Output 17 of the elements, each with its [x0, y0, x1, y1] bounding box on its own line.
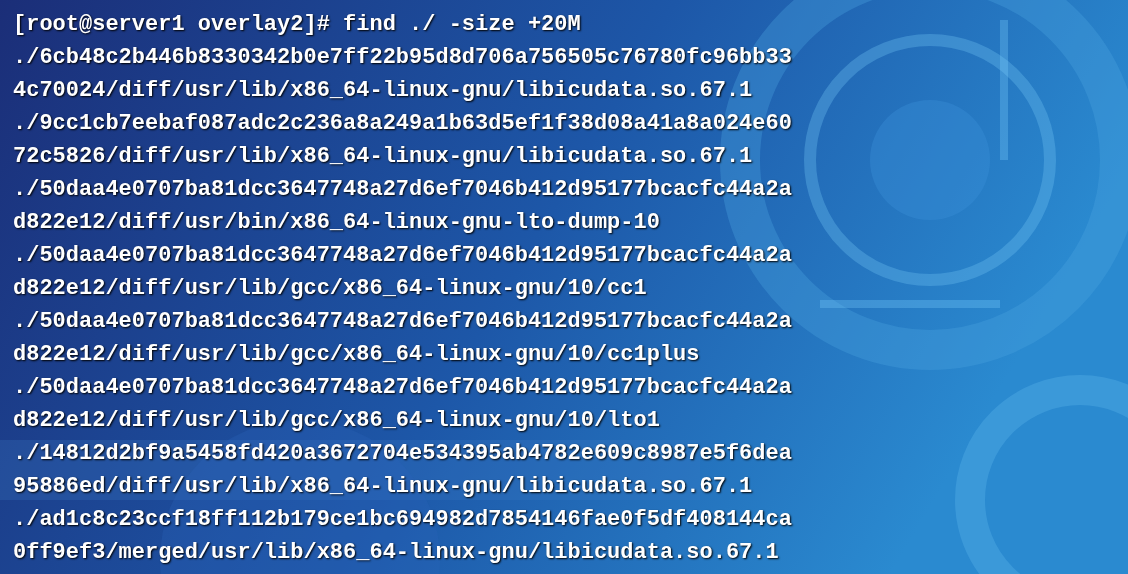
terminal-line: ./ad1c8c23ccf18ff112b179ce1bc694982d7854146fae0f5df408144ca: [13, 506, 792, 534]
terminal-line: ./9cc1cb7eebaf087adc2c236a8a249a1b63d5ef1f38d08a41a8a024e60: [13, 110, 792, 138]
terminal-line: ./50daa4e0707ba81dcc3647748a27d6ef7046b412d95177bcacfc44a2a: [13, 242, 792, 270]
terminal-line: ./14812d2bf9a5458fd420a3672704e534395ab4782e609c8987e5f6dea: [13, 440, 792, 468]
terminal-line: [root@server1 overlay2]# find ./ -size +20M: [13, 11, 581, 39]
terminal-line: ./6cb48c2b446b8330342b0e7ff22b95d8d706a756505c76780fc96bb33: [13, 44, 792, 72]
terminal-line: d822e12/diff/usr/bin/x86_64-linux-gnu-lto-dump-10: [13, 209, 660, 237]
terminal-line: 4c70024/diff/usr/lib/x86_64-linux-gnu/libicudata.so.67.1: [13, 77, 753, 105]
terminal-line: ./50daa4e0707ba81dcc3647748a27d6ef7046b412d95177bcacfc44a2a: [13, 176, 792, 204]
terminal-line: 95886ed/diff/usr/lib/x86_64-linux-gnu/libicudata.so.67.1: [13, 473, 753, 501]
terminal-line: 72c5826/diff/usr/lib/x86_64-linux-gnu/libicudata.so.67.1: [13, 143, 753, 171]
terminal-line: ./50daa4e0707ba81dcc3647748a27d6ef7046b412d95177bcacfc44a2a: [13, 308, 792, 336]
terminal-line: d822e12/diff/usr/lib/gcc/x86_64-linux-gnu/10/cc1plus: [13, 341, 700, 369]
terminal-line: 0ff9ef3/merged/usr/lib/x86_64-linux-gnu/libicudata.so.67.1: [13, 539, 779, 567]
terminal-line: d822e12/diff/usr/lib/gcc/x86_64-linux-gnu/10/cc1: [13, 275, 647, 303]
terminal-line: ./50daa4e0707ba81dcc3647748a27d6ef7046b412d95177bcacfc44a2a: [13, 374, 792, 402]
terminal-line: d822e12/diff/usr/lib/gcc/x86_64-linux-gnu/10/lto1: [13, 407, 660, 435]
